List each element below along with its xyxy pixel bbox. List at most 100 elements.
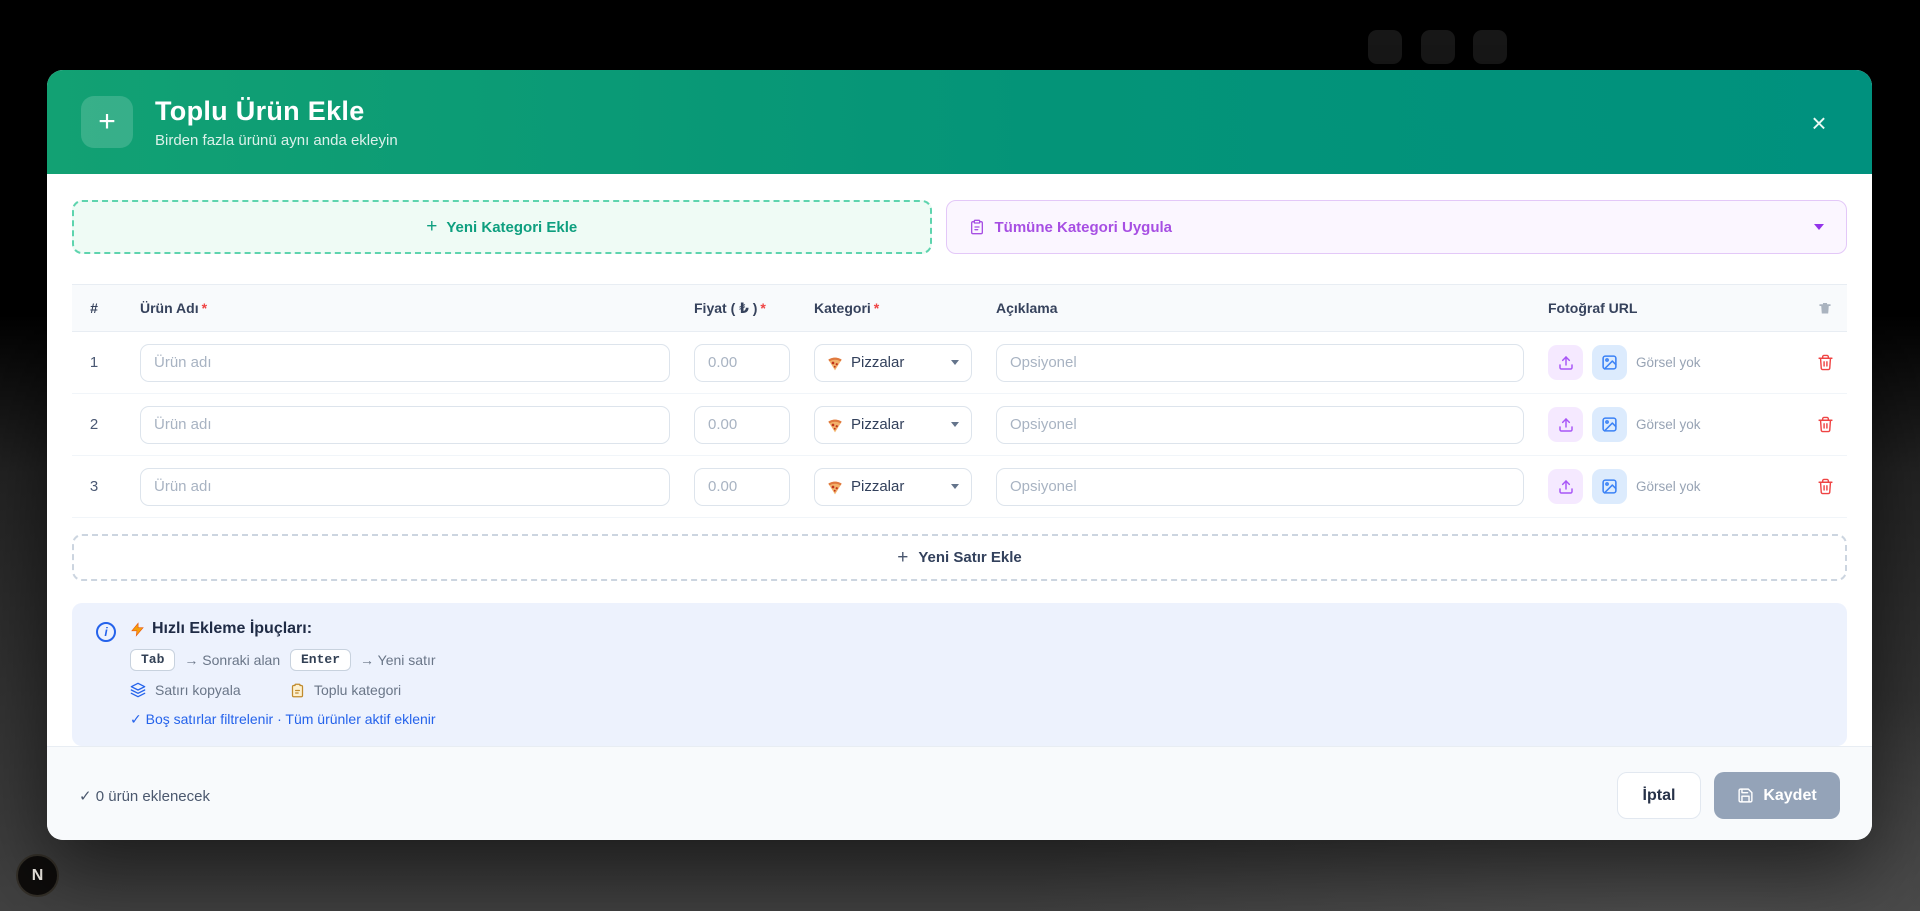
product-name-input[interactable] bbox=[140, 468, 670, 506]
category-value: Pizzalar bbox=[851, 416, 904, 433]
delete-row-button[interactable] bbox=[1808, 469, 1843, 504]
quick-tips-panel: i Hızlı Ekleme İpuçları: Tab → Sonraki a… bbox=[72, 603, 1847, 746]
add-row-button[interactable]: + Yeni Satır Ekle bbox=[72, 534, 1847, 581]
shortcut-enter: Enter → Yeni satır bbox=[290, 649, 436, 671]
tips-content: Hızlı Ekleme İpuçları: Tab → Sonraki ala… bbox=[130, 620, 436, 728]
product-name-input[interactable] bbox=[140, 406, 670, 444]
upload-icon bbox=[1558, 417, 1574, 433]
tips-title: Hızlı Ekleme İpuçları: bbox=[130, 620, 436, 638]
chevron-down-icon bbox=[1814, 224, 1824, 230]
tips-footnote: ✓ Boş satırlar filtrelenir · Tüm ürünler… bbox=[130, 711, 436, 728]
upload-icon bbox=[1558, 479, 1574, 495]
background-toolbar-button bbox=[1421, 30, 1455, 64]
trash-icon bbox=[1817, 354, 1834, 371]
product-count-status: ✓ 0 ürün eklenecek bbox=[79, 787, 210, 805]
col-header-description: Açıklama bbox=[996, 300, 1524, 316]
bulk-category-label: Toplu kategori bbox=[314, 682, 401, 698]
price-input[interactable] bbox=[694, 468, 790, 506]
new-category-button[interactable]: + Yeni Kategori Ekle bbox=[72, 200, 932, 254]
category-select[interactable]: Pizzalar bbox=[814, 468, 972, 506]
close-button[interactable]: × bbox=[1804, 108, 1834, 138]
image-icon bbox=[1601, 478, 1618, 495]
upload-photo-button[interactable] bbox=[1548, 407, 1583, 442]
description-input[interactable] bbox=[996, 344, 1524, 382]
bulk-category-tip: Toplu kategori bbox=[290, 682, 401, 698]
chevron-down-icon bbox=[951, 484, 959, 489]
delete-row-button[interactable] bbox=[1808, 345, 1843, 380]
image-picker-button[interactable] bbox=[1592, 407, 1627, 442]
trash-icon bbox=[1817, 478, 1834, 495]
apply-category-select[interactable]: Tümüne Kategori Uygula bbox=[946, 200, 1848, 254]
clipboard-icon bbox=[969, 219, 985, 235]
pizza-icon bbox=[827, 355, 843, 371]
col-header-price: Fiyat ( ₺ )* bbox=[694, 300, 790, 317]
image-picker-button[interactable] bbox=[1592, 469, 1627, 504]
image-icon bbox=[1601, 416, 1618, 433]
product-name-input[interactable] bbox=[140, 344, 670, 382]
upload-photo-button[interactable] bbox=[1548, 469, 1583, 504]
apply-category-label: Tümüne Kategori Uygula bbox=[995, 219, 1173, 236]
required-marker: * bbox=[874, 300, 879, 316]
lightning-icon bbox=[130, 622, 145, 637]
close-icon: × bbox=[1811, 108, 1826, 138]
modal-footer: ✓ 0 ürün eklenecek İptal Kaydet bbox=[47, 746, 1872, 840]
chevron-down-icon bbox=[951, 422, 959, 427]
floating-brand-badge[interactable]: N bbox=[16, 854, 59, 897]
table-row: 3 Pizzalar Görsel yok bbox=[72, 456, 1847, 518]
image-picker-button[interactable] bbox=[1592, 345, 1627, 380]
row-number: 2 bbox=[72, 416, 116, 433]
category-select[interactable]: Pizzalar bbox=[814, 344, 972, 382]
modal-header-text: Toplu Ürün Ekle Birden fazla ürünü aynı … bbox=[155, 96, 398, 149]
modal-header: + Toplu Ürün Ekle Birden fazla ürünü ayn… bbox=[47, 70, 1872, 174]
bulk-product-add-modal: + Toplu Ürün Ekle Birden fazla ürünü ayn… bbox=[47, 70, 1872, 840]
copy-row-label: Satırı kopyala bbox=[155, 682, 241, 698]
plus-icon: + bbox=[426, 216, 437, 238]
col-header-photo: Fotoğraf URL bbox=[1548, 300, 1779, 316]
description-input[interactable] bbox=[996, 406, 1524, 444]
photo-cell: Görsel yok bbox=[1548, 345, 1779, 380]
tab-key-desc: → Sonraki alan bbox=[184, 652, 280, 668]
col-header-delete bbox=[1803, 301, 1847, 315]
price-input[interactable] bbox=[694, 344, 790, 382]
trash-icon bbox=[1817, 416, 1834, 433]
tips-feature-line: Satırı kopyala Toplu kategori bbox=[130, 682, 436, 698]
trash-icon bbox=[1818, 301, 1832, 315]
photo-status-label: Görsel yok bbox=[1636, 417, 1701, 432]
upload-icon bbox=[1558, 355, 1574, 371]
plus-icon: + bbox=[81, 96, 133, 148]
table-row: 1 Pizzalar Görsel yok bbox=[72, 332, 1847, 394]
chevron-down-icon bbox=[951, 360, 959, 365]
image-icon bbox=[1601, 354, 1618, 371]
required-marker: * bbox=[202, 300, 207, 316]
delete-row-button[interactable] bbox=[1808, 407, 1843, 442]
category-value: Pizzalar bbox=[851, 354, 904, 371]
enter-key: Enter bbox=[290, 649, 351, 671]
tab-key: Tab bbox=[130, 649, 175, 671]
shortcut-tab: Tab → Sonraki alan bbox=[130, 649, 290, 671]
brand-letter: N bbox=[32, 867, 44, 885]
save-button[interactable]: Kaydet bbox=[1714, 772, 1840, 819]
background-toolbar-button bbox=[1368, 30, 1402, 64]
clipboard-icon bbox=[290, 683, 305, 698]
required-marker: * bbox=[760, 300, 765, 316]
enter-key-desc: → Yeni satır bbox=[360, 652, 436, 668]
info-icon: i bbox=[96, 622, 116, 642]
description-input[interactable] bbox=[996, 468, 1524, 506]
tips-shortcut-line: Tab → Sonraki alan Enter → Yeni satır bbox=[130, 649, 436, 671]
photo-cell: Görsel yok bbox=[1548, 407, 1779, 442]
category-select[interactable]: Pizzalar bbox=[814, 406, 972, 444]
save-icon bbox=[1737, 787, 1754, 804]
upload-photo-button[interactable] bbox=[1548, 345, 1583, 380]
price-input[interactable] bbox=[694, 406, 790, 444]
col-header-index: # bbox=[72, 300, 116, 316]
photo-status-label: Görsel yok bbox=[1636, 355, 1701, 370]
copy-row-tip: Satırı kopyala bbox=[130, 682, 290, 698]
category-action-row: + Yeni Kategori Ekle Tümüne Kategori Uyg… bbox=[72, 200, 1847, 254]
new-category-label: Yeni Kategori Ekle bbox=[446, 219, 577, 236]
save-label: Kaydet bbox=[1763, 787, 1816, 805]
footer-buttons: İptal Kaydet bbox=[1617, 772, 1840, 819]
table-header-row: # Ürün Adı* Fiyat ( ₺ )* Kategori* Açıkl… bbox=[72, 284, 1847, 332]
col-header-name: Ürün Adı* bbox=[140, 300, 670, 316]
cancel-button[interactable]: İptal bbox=[1617, 772, 1701, 819]
add-row-label: Yeni Satır Ekle bbox=[918, 549, 1021, 566]
